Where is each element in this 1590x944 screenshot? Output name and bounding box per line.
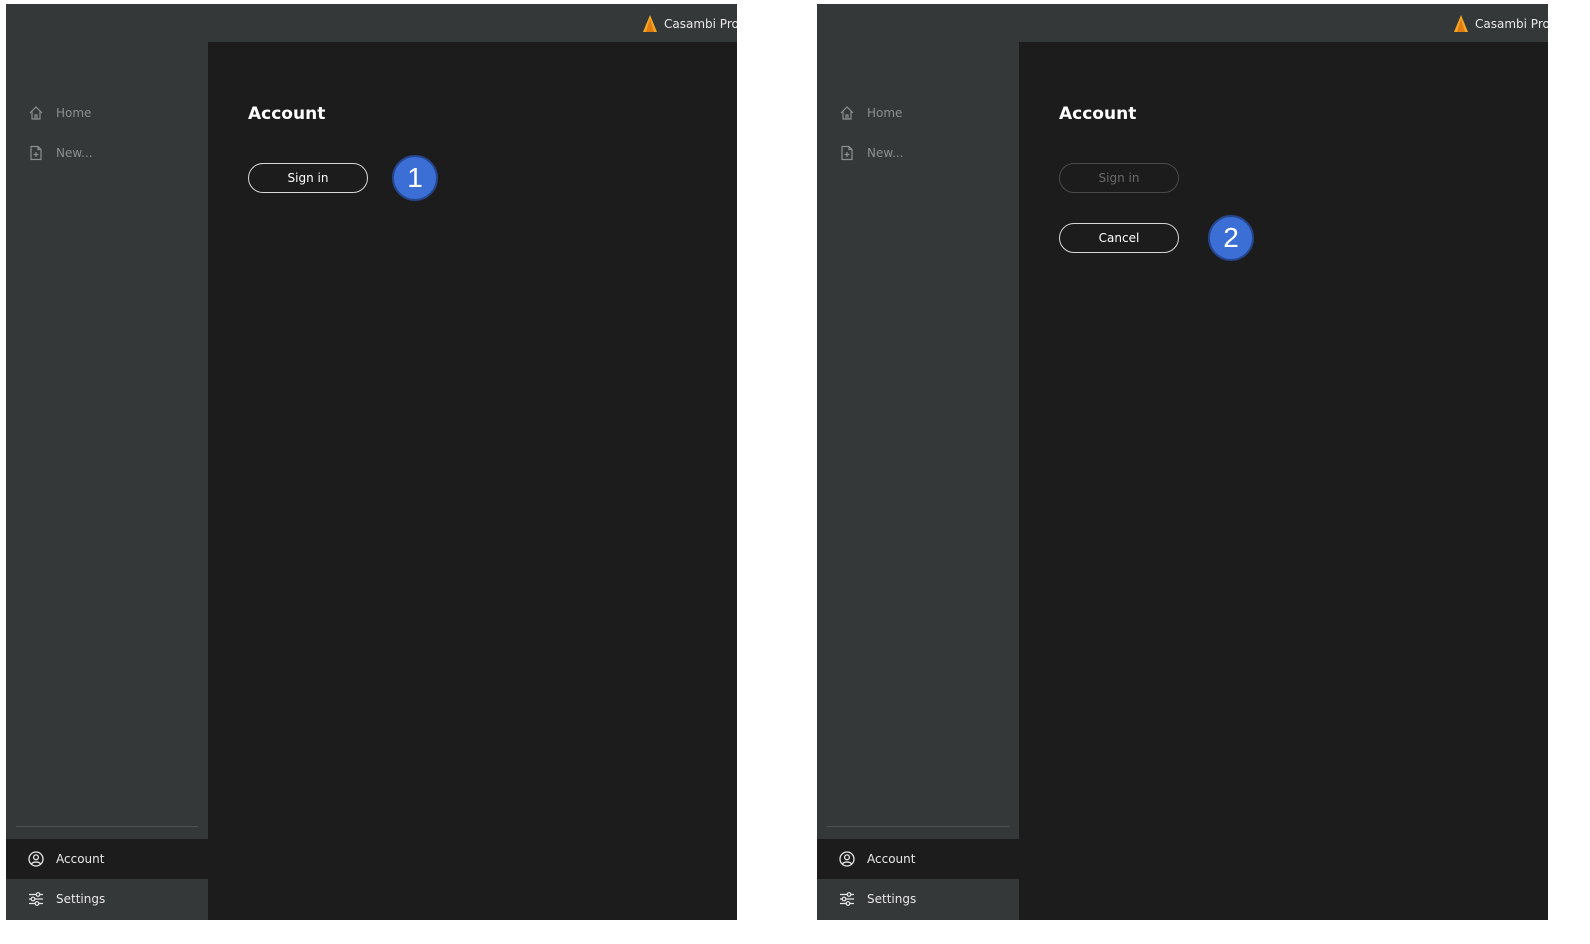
new-file-icon [30, 145, 42, 161]
sidebar-item-settings[interactable]: Settings [6, 879, 208, 919]
casambi-logo-icon [1454, 15, 1468, 32]
app-title: Casambi Pro ( [1475, 17, 1548, 31]
sidebar-item-home[interactable]: Home [817, 93, 1019, 133]
sidebar-item-label: New... [867, 146, 904, 160]
cancel-button[interactable]: Cancel [1059, 223, 1179, 253]
sidebar-item-label: Account [56, 852, 105, 866]
title-bar: Casambi Pro ( [6, 4, 737, 42]
sidebar: Home New... Account Settings [817, 42, 1019, 920]
sign-in-button[interactable]: Sign in [248, 163, 368, 193]
sidebar-item-settings[interactable]: Settings [817, 879, 1019, 919]
settings-sliders-icon [29, 892, 43, 906]
home-icon [29, 106, 43, 120]
sidebar-divider [16, 826, 198, 827]
step-badge: 1 [392, 155, 438, 201]
sidebar-item-label: Settings [867, 892, 917, 906]
title-bar: Casambi Pro ( [817, 4, 1548, 42]
sidebar-item-label: Home [867, 106, 903, 120]
settings-sliders-icon [840, 892, 854, 906]
sign-in-button: Sign in [1059, 163, 1179, 193]
sidebar: Home New... Account Settings [6, 42, 208, 920]
app-window-step-2: Casambi Pro ( Home New... Account [817, 4, 1548, 920]
app-window-step-1: Casambi Pro ( Home New... Account [6, 4, 737, 920]
sidebar-item-label: Home [56, 106, 92, 120]
sidebar-item-label: Settings [56, 892, 106, 906]
account-icon [28, 851, 44, 867]
sidebar-divider [827, 826, 1009, 827]
page-title: Account [1059, 104, 1137, 124]
sidebar-item-label: New... [56, 146, 93, 160]
sidebar-item-home[interactable]: Home [6, 93, 208, 133]
casambi-logo-icon [643, 15, 657, 32]
sidebar-item-account[interactable]: Account [817, 839, 1019, 879]
sidebar-item-account[interactable]: Account [6, 839, 208, 879]
sidebar-item-new[interactable]: New... [6, 133, 208, 173]
account-icon [839, 851, 855, 867]
sidebar-item-label: Account [867, 852, 916, 866]
home-icon [840, 106, 854, 120]
page-title: Account [248, 104, 326, 124]
new-file-icon [841, 145, 853, 161]
sidebar-item-new[interactable]: New... [817, 133, 1019, 173]
step-badge: 2 [1208, 215, 1254, 261]
app-title: Casambi Pro ( [664, 17, 737, 31]
